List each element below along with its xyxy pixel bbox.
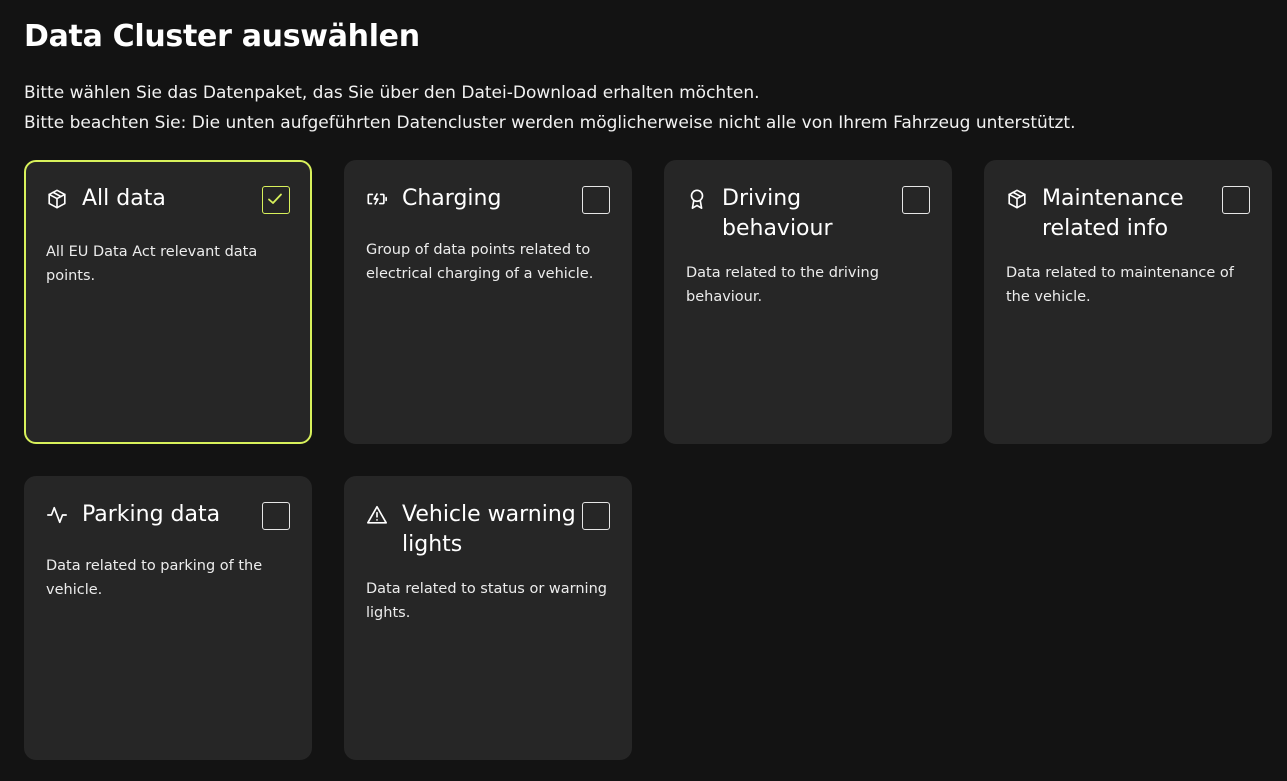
- activity-icon: [47, 506, 67, 524]
- package-icon: [1008, 189, 1026, 209]
- intro-line-1: Bitte wählen Sie das Datenpaket, das Sie…: [24, 83, 760, 103]
- cluster-checkbox[interactable]: [262, 502, 290, 530]
- cluster-checkbox[interactable]: [902, 186, 930, 214]
- page-title: Data Cluster auswählen: [24, 19, 420, 54]
- cluster-title: Driving behaviour: [722, 186, 833, 241]
- cluster-card-maintenance[interactable]: Maintenance related info Data related to…: [984, 160, 1272, 444]
- cluster-card-charging[interactable]: Charging Group of data points related to…: [344, 160, 632, 444]
- cluster-description: Data related to parking of the vehicle.: [46, 558, 263, 598]
- cluster-description: Data related to maintenance of the vehic…: [1006, 265, 1234, 305]
- cluster-card-parking-data[interactable]: Parking data Data related to parking of …: [24, 476, 312, 760]
- cluster-checkbox[interactable]: [1222, 186, 1250, 214]
- intro-line-2: Bitte beachten Sie: Die unten aufgeführt…: [24, 113, 1076, 133]
- cluster-title: Maintenance related info: [1042, 186, 1184, 241]
- cluster-description: Group of data points related to electric…: [366, 242, 594, 282]
- cluster-checkbox-checked[interactable]: [262, 186, 290, 214]
- package-icon: [48, 189, 66, 209]
- cluster-card-vehicle-warning-lights[interactable]: Vehicle warning lights Data related to s…: [344, 476, 632, 760]
- award-icon: [690, 189, 704, 209]
- cluster-title: All data: [82, 186, 166, 211]
- battery-charging-icon: [367, 193, 387, 205]
- cluster-card-driving-behaviour[interactable]: Driving behaviour Data related to the dr…: [664, 160, 952, 444]
- data-cluster-page: Data Cluster auswählen Bitte wählen Sie …: [0, 0, 1287, 781]
- cluster-checkbox[interactable]: [582, 502, 610, 530]
- checkmark-icon: [268, 193, 282, 204]
- cluster-title: Vehicle warning lights: [402, 502, 576, 557]
- intro-text: Bitte wählen Sie das Datenpaket, das Sie…: [24, 78, 1076, 138]
- warning-triangle-icon: [367, 505, 387, 524]
- cluster-checkbox[interactable]: [582, 186, 610, 214]
- cluster-title: Charging: [402, 186, 502, 211]
- cluster-description: Data related to the driving behaviour.: [686, 265, 879, 305]
- cluster-title: Parking data: [82, 502, 221, 527]
- cluster-card-all-data[interactable]: All data All EU Data Act relevant data p…: [24, 160, 312, 444]
- cluster-description: Data related to status or warning lights…: [366, 581, 607, 621]
- cluster-description: All EU Data Act relevant data points.: [46, 244, 258, 284]
